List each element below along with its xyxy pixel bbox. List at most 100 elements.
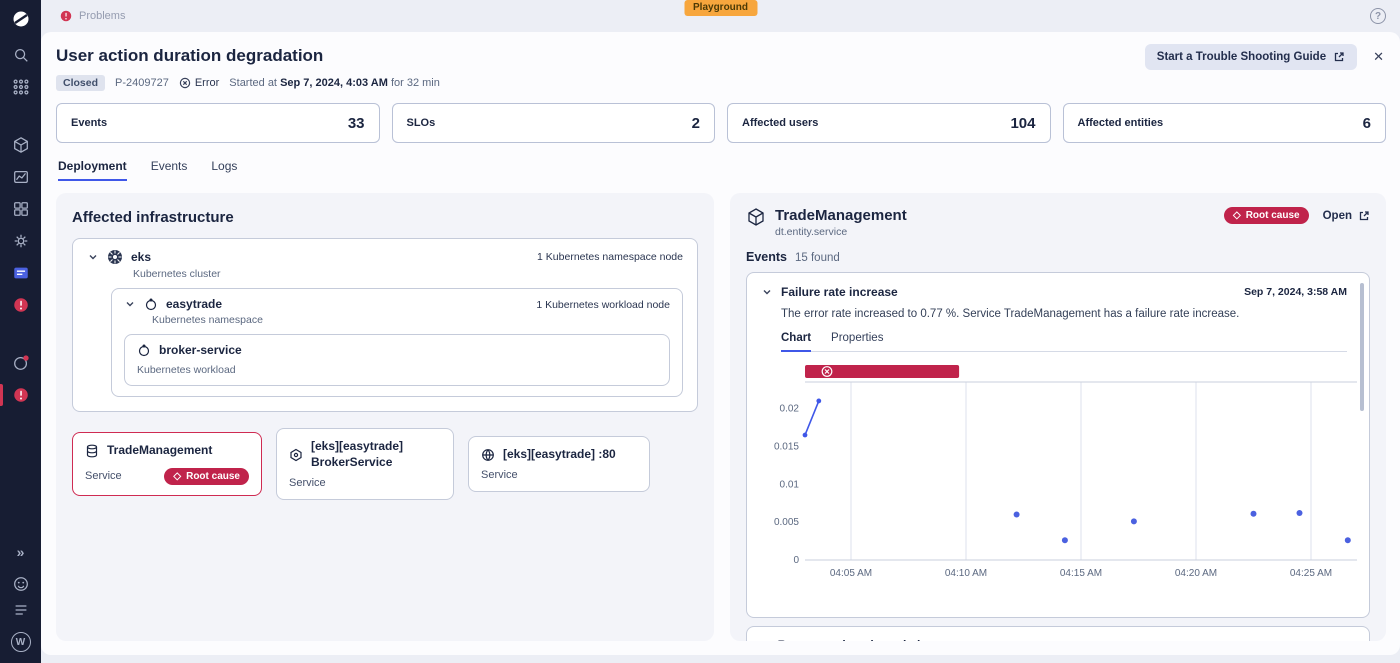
app-sidebar: » W	[0, 0, 41, 663]
troubleshooting-guide-button[interactable]: Start a Trouble Shooting Guide	[1144, 44, 1358, 70]
help-bot-icon[interactable]	[8, 571, 34, 597]
kubernetes-cluster-icon	[108, 250, 122, 264]
cluster-count: 1 Kubernetes namespace node	[537, 251, 683, 263]
database-icon	[86, 444, 98, 458]
open-label: Open	[1322, 209, 1352, 222]
chevron-down-icon[interactable]	[124, 299, 136, 309]
dashboards-icon[interactable]	[8, 164, 34, 190]
started-text: Started at Sep 7, 2024, 4:03 AM for 32 m…	[229, 77, 440, 89]
root-cause-badge[interactable]: ◇ Root cause	[164, 467, 249, 485]
event-timestamp: Sep 7, 2024, 3:58 AM	[1244, 286, 1347, 298]
events-meta: Events 15 found	[746, 250, 1370, 264]
close-icon[interactable]: ✕	[1373, 49, 1384, 65]
header-actions: Start a Trouble Shooting Guide ✕	[1144, 44, 1384, 70]
stat-card-affected-entities[interactable]: Affected entities 6	[1062, 103, 1386, 143]
detail-header: TradeManagement dt.entity.service ◇ Root…	[746, 207, 1370, 238]
tab-deployment[interactable]: Deployment	[58, 159, 127, 181]
app-content-column: Problems Playground ? User action durati…	[41, 0, 1400, 663]
globe-icon	[482, 448, 494, 461]
external-link-icon	[1359, 210, 1369, 220]
events-scrollbar[interactable]	[1360, 283, 1364, 411]
search-icon[interactable]	[8, 42, 34, 68]
svg-text:0: 0	[793, 555, 799, 566]
stat-card-events[interactable]: Events 33	[56, 103, 380, 143]
entity-title: TradeManagement	[775, 207, 907, 224]
svg-text:04:15 AM: 04:15 AM	[1060, 568, 1102, 579]
expand-sidebar-icon[interactable]: »	[8, 539, 34, 565]
extensions-icon[interactable]	[8, 260, 34, 286]
playground-badge[interactable]: Playground	[683, 0, 758, 16]
stat-card-slos[interactable]: SLOs 2	[391, 103, 715, 143]
service-name-line2: BrokerService	[311, 454, 393, 469]
service-icon	[290, 448, 302, 461]
event-tabs: Chart Properties	[781, 332, 1347, 352]
detail-actions: ◇ Root cause Open	[1224, 207, 1370, 224]
namespace-name: easytrade	[166, 297, 223, 311]
service-cube-icon	[748, 208, 764, 226]
cluster-head[interactable]: eks 1 Kubernetes namespace node	[87, 249, 683, 265]
event-header[interactable]: Failure rate increase Sep 7, 2024, 3:58 …	[761, 285, 1347, 299]
settings-gear-icon[interactable]	[8, 228, 34, 254]
stat-label: Affected users	[742, 117, 819, 129]
namespace-count: 1 Kubernetes workload node	[536, 299, 670, 311]
external-link-icon	[1334, 52, 1344, 62]
chevron-down-icon[interactable]	[761, 287, 773, 297]
cluster-name: eks	[131, 250, 152, 264]
entity-detail-panel: TradeManagement dt.entity.service ◇ Root…	[730, 193, 1386, 641]
service-name: [eks][easytrade] BrokerService	[311, 439, 403, 470]
svg-text:0.005: 0.005	[774, 517, 799, 528]
events-label: Events	[746, 250, 787, 264]
event-tab-properties[interactable]: Properties	[831, 332, 883, 351]
problems-active-icon[interactable]	[0, 382, 34, 408]
problems-app-icon	[60, 10, 72, 22]
tree-node-workload[interactable]: broker-service Kubernetes workload	[124, 334, 670, 386]
svg-text:0.02: 0.02	[780, 404, 800, 415]
problems-icon[interactable]	[8, 292, 34, 318]
app-topbar: Problems Playground ?	[41, 0, 1400, 32]
started-time: Sep 7, 2024, 4:03 AM	[280, 77, 388, 89]
chevron-right-icon[interactable]: ›	[763, 638, 768, 641]
stat-value: 6	[1362, 114, 1371, 132]
logs-icon[interactable]	[8, 597, 34, 623]
root-cause-badge[interactable]: ◇ Root cause	[1224, 207, 1309, 224]
active-indicator-bar	[0, 384, 3, 406]
service-card-port80[interactable]: [eks][easytrade] :80 Service	[468, 435, 650, 493]
dynatrace-logo-icon[interactable]	[8, 6, 34, 32]
severity-label: Error	[194, 77, 220, 89]
workflows-icon[interactable]: W	[8, 629, 34, 655]
cluster-type: Kubernetes cluster	[133, 268, 221, 280]
stat-label: Affected entities	[1077, 117, 1164, 129]
event-tab-chart[interactable]: Chart	[781, 332, 812, 352]
event-description: The error rate increased to 0.77 %. Serv…	[781, 308, 1240, 320]
service-card-brokerservice[interactable]: [eks][easytrade] BrokerService Service	[276, 428, 454, 501]
stat-value: 104	[1010, 114, 1036, 132]
svg-text:04:10 AM: 04:10 AM	[945, 568, 987, 579]
notifications-app-icon[interactable]	[8, 350, 34, 376]
entity-subtitle: dt.entity.service	[775, 226, 848, 238]
service-type: Service	[481, 469, 518, 482]
sidebar-bottom-group: » W	[8, 539, 34, 655]
app-launcher-icon[interactable]	[8, 74, 34, 100]
breadcrumb-label: Problems	[79, 10, 126, 22]
stats-row: Events 33 SLOs 2 Affected users 104 Affe…	[56, 103, 1386, 143]
workload-name: broker-service	[159, 343, 242, 357]
tab-events[interactable]: Events	[151, 159, 188, 181]
workloads-icon[interactable]	[8, 196, 34, 222]
root-cause-label: Root cause	[186, 470, 240, 482]
help-icon[interactable]: ?	[1370, 8, 1386, 24]
failure-rate-chart[interactable]: 04:05 AM 04:10 AM 04:15 AM 04:20 AM 04:25 AM…	[765, 356, 1357, 599]
open-entity-link[interactable]: Open	[1323, 210, 1370, 222]
infrastructure-icon[interactable]	[8, 132, 34, 158]
chevron-down-icon[interactable]	[87, 252, 99, 262]
stat-card-affected-users[interactable]: Affected users 104	[727, 103, 1051, 143]
event-card-response-time[interactable]: › Response time degradation Sep 7, 2024,…	[746, 626, 1370, 641]
breadcrumb-problems[interactable]: Problems	[59, 9, 125, 23]
namespace-head[interactable]: easytrade 1 Kubernetes workload node	[124, 297, 670, 311]
svg-text:04:20 AM: 04:20 AM	[1175, 568, 1217, 579]
troubleshooting-guide-label: Start a Trouble Shooting Guide	[1156, 51, 1327, 63]
detail-title-block: TradeManagement dt.entity.service	[775, 207, 907, 238]
service-card-trademanagement[interactable]: TradeManagement Service ◇ Root cause	[72, 432, 262, 496]
severity: Error	[179, 77, 219, 89]
tab-logs[interactable]: Logs	[211, 159, 237, 181]
status-badge: Closed	[56, 75, 106, 91]
